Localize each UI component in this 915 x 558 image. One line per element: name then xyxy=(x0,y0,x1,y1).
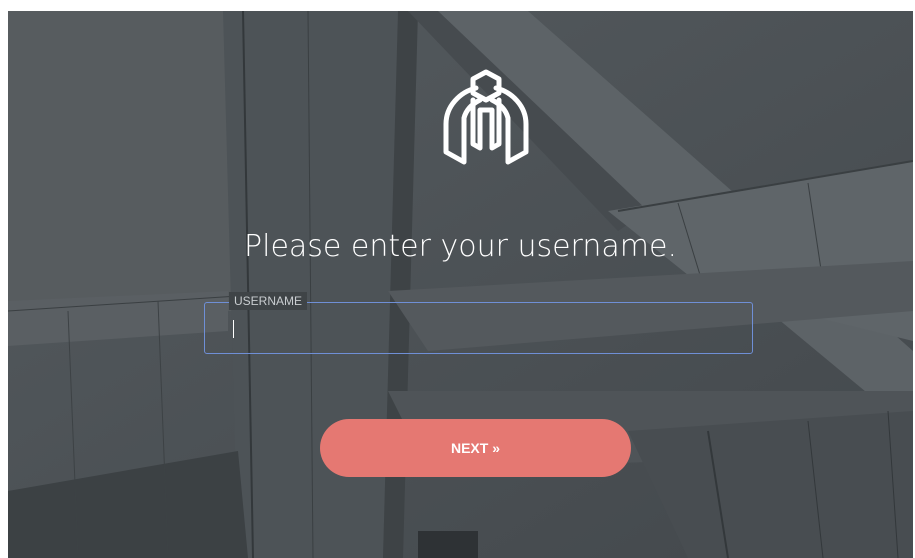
text-caret xyxy=(233,320,234,338)
next-button[interactable]: NEXT » xyxy=(320,419,631,477)
building-logo-icon xyxy=(443,69,529,165)
username-label: USERNAME xyxy=(229,292,308,310)
username-input[interactable] xyxy=(205,303,752,353)
username-field[interactable]: USERNAME xyxy=(204,292,753,354)
page-title: Please enter your username. xyxy=(244,229,677,264)
login-screen: Please enter your username. USERNAME NEX… xyxy=(8,11,913,558)
